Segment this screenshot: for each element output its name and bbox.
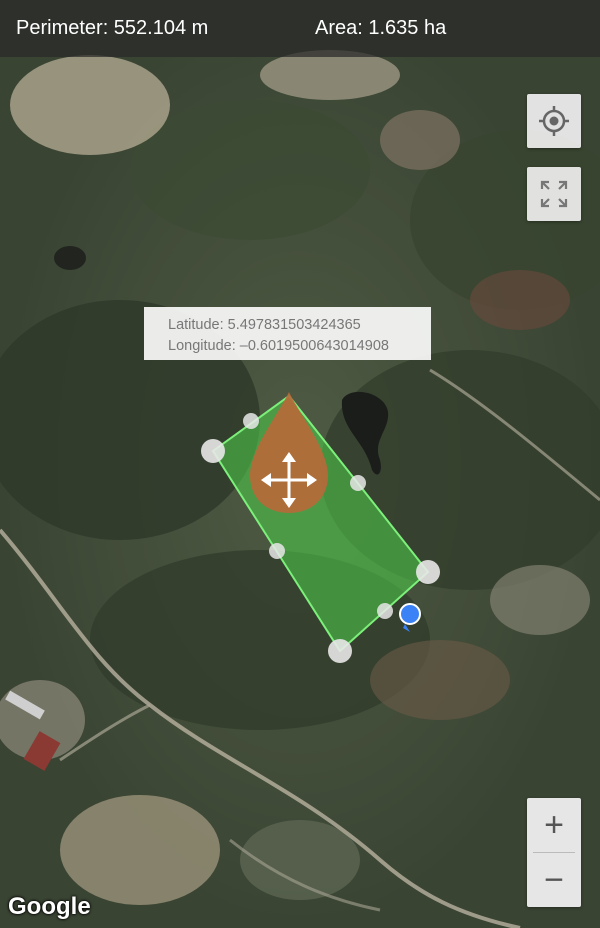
polygon-overlay [201, 392, 440, 663]
vertex-handle[interactable] [201, 439, 225, 463]
latitude-label: Latitude: 5.497831503424365 [168, 317, 361, 333]
google-logo: Google [8, 893, 91, 920]
vertex-handle[interactable] [328, 639, 352, 663]
my-location-button[interactable] [527, 94, 581, 148]
midpoint-handle[interactable] [350, 475, 366, 491]
midpoint-handle[interactable] [269, 543, 285, 559]
fullscreen-button[interactable] [527, 167, 581, 221]
zoom-in-button[interactable]: + [527, 798, 581, 852]
area-readout: Area: 1.635 ha [315, 17, 447, 39]
location-direction-icon [403, 624, 410, 632]
zoom-controls: + − [527, 798, 581, 907]
crosshair-icon [539, 106, 569, 136]
midpoint-handle[interactable] [243, 413, 259, 429]
coordinates-tooltip: Latitude: 5.497831503424365 Longitude: –… [144, 307, 431, 360]
vertex-handle[interactable] [416, 560, 440, 584]
perimeter-readout: Perimeter: 552.104 m [16, 17, 209, 39]
midpoint-handle[interactable] [377, 603, 393, 619]
zoom-out-button[interactable]: − [527, 853, 581, 907]
longitude-label: Longitude: –0.6019500643014908 [168, 338, 389, 354]
fullscreen-icon [540, 180, 568, 208]
field-polygon[interactable] [211, 394, 430, 653]
map-view[interactable] [0, 0, 600, 928]
measurement-bar: Perimeter: 552.104 m Area: 1.635 ha [0, 0, 600, 57]
current-location-dot [399, 603, 421, 625]
